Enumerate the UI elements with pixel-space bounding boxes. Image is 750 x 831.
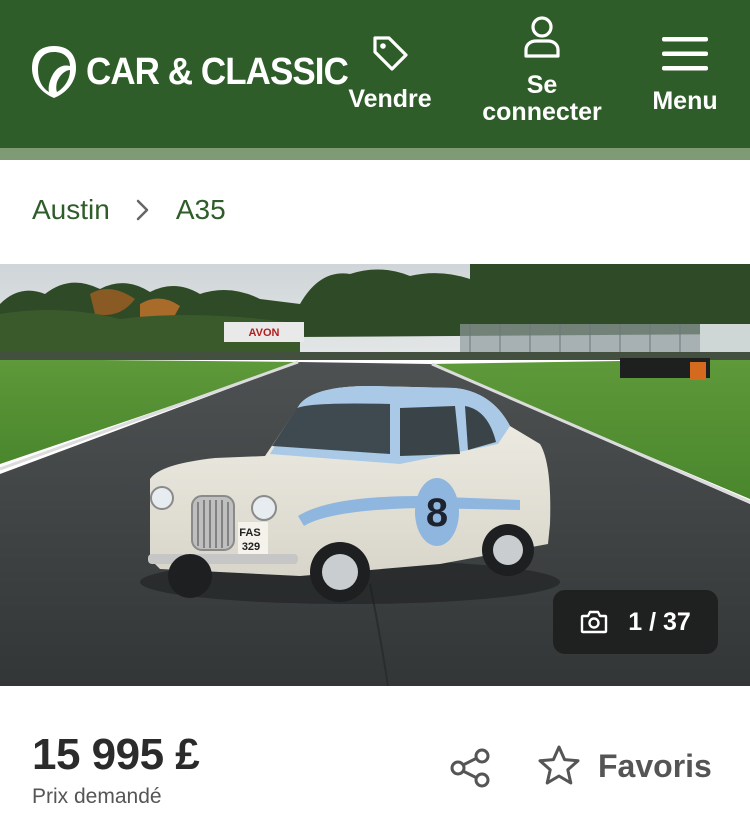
car-classic-logo-icon [32,46,76,98]
share-button[interactable] [449,748,491,788]
hamburger-icon [662,37,708,71]
tag-icon [373,36,408,71]
sell-label: Vendre [348,85,432,113]
plate-line-1: FAS [239,527,260,539]
price-label: Prix demandé [32,785,162,808]
favorites-label: Favoris [598,747,712,784]
login-label: Se connecter [482,71,602,126]
favorites-button[interactable]: Favoris [536,744,712,788]
price: 15 995 £ [32,730,200,779]
photo-counter-text: 1 / 37 [628,607,691,636]
camera-icon [580,610,608,634]
breadcrumb-item-model[interactable]: A35 [176,194,226,226]
menu-button[interactable]: Menu [640,0,730,148]
chevron-right-icon [136,199,150,221]
plate-line-2: 329 [242,541,260,553]
breadcrumb: Austin A35 [32,194,226,226]
breadcrumb-item-make[interactable]: Austin [32,194,110,226]
share-icon [450,748,490,788]
login-button[interactable]: Se connecter [470,0,614,148]
sell-button[interactable]: Vendre [340,0,440,148]
star-icon [538,745,580,785]
user-icon [524,16,560,58]
site-header: CAR & CLASSIC Vendre Se connecter Menu [0,0,750,148]
menu-label: Menu [652,87,718,115]
brand-logo[interactable]: CAR & CLASSIC [30,44,371,100]
photo-counter[interactable]: 1 / 37 [553,590,718,654]
brand-name: CAR & CLASSIC [86,50,349,93]
header-divider [0,148,750,160]
race-number: 8 [426,491,448,535]
avon-sign-text: AVON [249,327,280,339]
